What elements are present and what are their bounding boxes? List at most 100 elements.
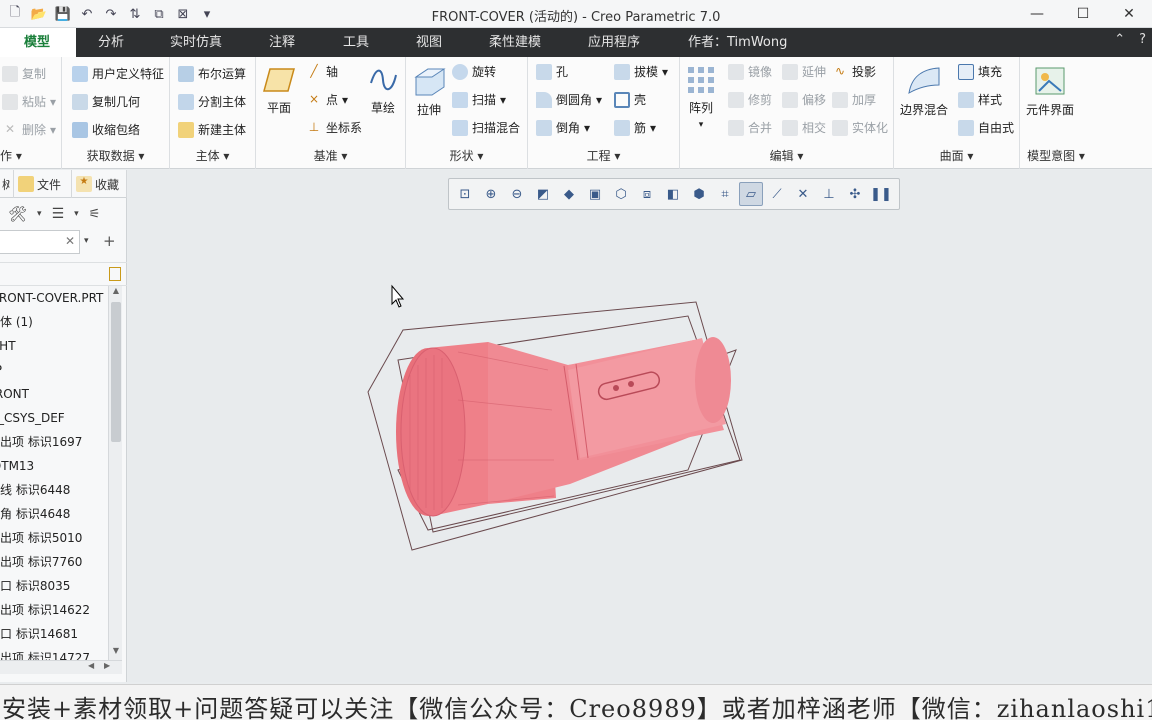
- new-body-button[interactable]: 新建主体: [178, 121, 246, 138]
- extend-button[interactable]: 延伸: [782, 63, 826, 80]
- search-options-icon[interactable]: ▾: [84, 236, 89, 246]
- mirror-button[interactable]: 镜像: [728, 63, 772, 80]
- project-button[interactable]: ∿ 投影: [832, 63, 876, 80]
- plane-button[interactable]: 平面: [262, 65, 296, 116]
- add-column-icon[interactable]: +: [103, 232, 116, 250]
- group-label[interactable]: 模型意图 ▾: [1020, 147, 1092, 164]
- delete-button[interactable]: ✕ 删除 ▾: [2, 121, 56, 138]
- boolean-button[interactable]: 布尔运算: [178, 65, 246, 82]
- tree-settings-icon[interactable]: 🛠: [8, 205, 27, 223]
- tab-annotate[interactable]: 注释: [259, 28, 305, 57]
- tree-horizontal-scrollbar[interactable]: ◀ ▶: [0, 660, 122, 674]
- group-label[interactable]: 曲面 ▾: [894, 147, 1019, 164]
- shrinkwrap-button[interactable]: 收缩包络: [72, 121, 140, 138]
- tree-item[interactable]: 切口 标识8035: [0, 574, 108, 598]
- split-body-button[interactable]: 分割主体: [178, 93, 246, 110]
- solidify-button[interactable]: 实体化: [832, 119, 888, 136]
- sketch-button[interactable]: 草绘: [368, 65, 398, 116]
- search-input[interactable]: ✕: [0, 230, 80, 254]
- scroll-thumb[interactable]: [111, 302, 121, 442]
- point-button[interactable]: × 点 ▾: [306, 91, 348, 108]
- tree-item[interactable]: 主体 (1): [0, 310, 108, 334]
- tab-live-simulation[interactable]: 实时仿真: [160, 28, 232, 57]
- fill-button[interactable]: 填充: [958, 63, 1002, 80]
- title-bar: 🗋 📂 💾 ↶ ↷ ⇅ ⧉ ⊠ ▾ FRONT-COVER (活动的) - Cr…: [0, 0, 1152, 28]
- group-label[interactable]: 编辑 ▾: [680, 147, 893, 164]
- part-model[interactable]: [128, 170, 1152, 682]
- tree-item[interactable]: FRONT: [0, 382, 108, 406]
- draft-button[interactable]: 拔模 ▾: [614, 63, 668, 80]
- tab-model[interactable]: 模型: [0, 28, 76, 57]
- swept-blend-button[interactable]: 扫描混合: [452, 119, 520, 136]
- maximize-button[interactable]: ☐: [1060, 0, 1106, 28]
- tree-item[interactable]: 切口 标识14681: [0, 622, 108, 646]
- dropdown-icon[interactable]: ▾: [37, 209, 42, 219]
- tab-applications[interactable]: 应用程序: [578, 28, 650, 57]
- copy-geometry-button[interactable]: 复制几何: [72, 93, 140, 110]
- tab-flexible-modeling[interactable]: 柔性建模: [479, 28, 551, 57]
- trim-button[interactable]: 修剪: [728, 91, 772, 108]
- tab-tools[interactable]: 工具: [333, 28, 379, 57]
- tab-view[interactable]: 视图: [406, 28, 452, 57]
- boolean-icon: [178, 65, 194, 82]
- tree-item[interactable]: 拉伸出项 标识14622: [0, 598, 108, 622]
- tree-item[interactable]: FRONT-COVER.PRT: [0, 286, 108, 310]
- rib-button[interactable]: 筋 ▾: [614, 119, 656, 136]
- round-button[interactable]: 倒圆角 ▾: [536, 91, 602, 108]
- extrude-button[interactable]: 拉伸: [412, 65, 446, 118]
- tab-folder-browser[interactable]: 文件: [14, 170, 72, 198]
- pattern-button[interactable]: 阵列 ▾: [686, 65, 716, 130]
- tree-filter-icon[interactable]: ⚟: [89, 207, 101, 222]
- tree-item[interactable]: RIGHT: [0, 334, 108, 358]
- graphics-window[interactable]: ⊡ ⊕ ⊖ ◩ ◆ ▣ ⬡ ⧈ ◧ ⬢ ⌗ ▱ ⟋ ✕ ⊥ ✣ ❚❚: [128, 170, 1152, 682]
- dropdown-icon[interactable]: ▾: [74, 209, 79, 219]
- tree-item[interactable]: 拉伸出项 标识7760: [0, 550, 108, 574]
- tree-vertical-scrollbar[interactable]: ▲ ▼: [108, 286, 122, 660]
- scroll-up-icon[interactable]: ▲: [109, 286, 123, 300]
- minimize-button[interactable]: —: [1014, 0, 1060, 28]
- tab-analysis[interactable]: 分析: [88, 28, 134, 57]
- clear-search-icon[interactable]: ✕: [65, 234, 75, 248]
- shell-button[interactable]: 壳: [614, 91, 646, 108]
- tab-tree[interactable]: 树: [0, 170, 14, 198]
- revolve-button[interactable]: 旋转: [452, 63, 496, 80]
- tree-item[interactable]: DTM13: [0, 454, 108, 478]
- tree-item[interactable]: 拉伸出项 标识1697: [0, 430, 108, 454]
- offset-button[interactable]: 偏移: [782, 91, 826, 108]
- group-label[interactable]: 主体 ▾: [170, 147, 255, 164]
- copy-button[interactable]: 复制: [2, 65, 46, 82]
- group-label[interactable]: 工程 ▾: [528, 147, 679, 164]
- paste-button[interactable]: 粘贴 ▾: [2, 93, 56, 110]
- tree-item[interactable]: 草绘线 标识6448: [0, 478, 108, 502]
- freestyle-button[interactable]: 自由式: [958, 119, 1014, 136]
- scroll-down-icon[interactable]: ▼: [109, 646, 123, 660]
- tree-item[interactable]: 拉伸出项 标识5010: [0, 526, 108, 550]
- component-interface-button[interactable]: 元件界面: [1026, 65, 1074, 118]
- intersect-button[interactable]: 相交: [782, 119, 826, 136]
- scroll-left-icon[interactable]: ◀: [88, 661, 94, 670]
- hole-button[interactable]: 孔: [536, 63, 568, 80]
- style-button[interactable]: 样式: [958, 91, 1002, 108]
- axis-button[interactable]: ╱ 轴: [306, 63, 338, 80]
- collapse-ribbon-icon[interactable]: ⌃: [1114, 32, 1125, 47]
- scroll-right-icon[interactable]: ▶: [104, 661, 110, 670]
- tree-item[interactable]: 倒圆角 标识4648: [0, 502, 108, 526]
- boundary-blend-button[interactable]: 边界混合: [900, 65, 948, 118]
- tab-favorites[interactable]: ★ 收藏: [72, 170, 127, 198]
- show-menu-icon[interactable]: ☰: [52, 206, 65, 222]
- tree-item[interactable]: PRT_CSYS_DEF: [0, 406, 108, 430]
- group-label[interactable]: 作 ▾: [0, 147, 61, 164]
- chamfer-button[interactable]: 倒角 ▾: [536, 119, 590, 136]
- help-icon[interactable]: ?: [1139, 32, 1146, 47]
- group-label[interactable]: 获取数据 ▾: [62, 147, 169, 164]
- csys-button[interactable]: ⊥ 坐标系: [306, 119, 362, 136]
- merge-button[interactable]: 合并: [728, 119, 772, 136]
- sweep-button[interactable]: 扫描 ▾: [452, 91, 506, 108]
- tree-columns-icon[interactable]: [109, 267, 121, 281]
- udf-button[interactable]: 用户定义特征: [72, 65, 164, 82]
- tree-item[interactable]: TOP: [0, 358, 108, 382]
- thicken-button[interactable]: 加厚: [832, 91, 876, 108]
- group-label[interactable]: 形状 ▾: [406, 147, 527, 164]
- group-label[interactable]: 基准 ▾: [256, 147, 405, 164]
- close-button[interactable]: ✕: [1106, 0, 1152, 28]
